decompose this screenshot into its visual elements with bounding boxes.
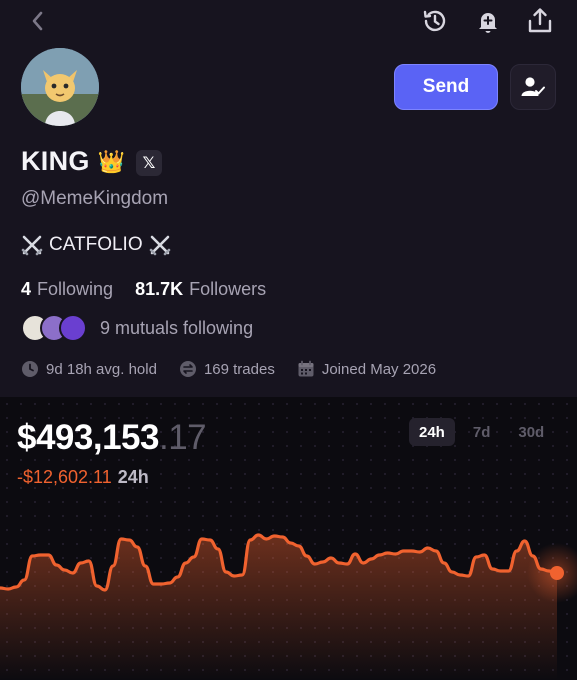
crown-icon: 👑 [97,148,126,174]
send-button[interactable]: Send [394,64,498,110]
range-7d-tab[interactable]: 7d [463,418,501,446]
portfolio-value: $493,153.17 [17,418,207,457]
bio-text: CATFOLIO [49,234,143,255]
history-icon[interactable] [420,6,450,36]
joined-stat: Joined May 2026 [297,360,436,378]
profile-stats: 9d 18h avg. hold 169 trades Joined May 2… [21,360,458,378]
follow-counts: 4 Following 81.7K Followers [21,279,266,300]
follow-button[interactable] [510,64,556,110]
x-logo-icon[interactable]: 𝕏 [136,150,162,176]
portfolio-chart[interactable] [0,495,577,680]
chart-endpoint [550,566,564,580]
profile-bio: CATFOLIO [21,234,171,256]
avatar[interactable] [21,48,99,126]
range-30d-tab[interactable]: 30d [508,418,554,446]
crossed-swords-icon [21,235,43,256]
followers-link[interactable]: 81.7K Followers [135,279,266,300]
portfolio-change: -$12,602.11 24h [17,467,149,487]
user-check-icon [521,77,545,96]
avg-hold-stat: 9d 18h avg. hold [21,360,157,378]
mutuals-text: 9 mutuals following [100,317,254,338]
name-text: KING [21,146,90,176]
cat-avatar-icon [21,48,99,126]
mutuals-row[interactable]: 9 mutuals following [21,314,253,342]
chart-area-fill [0,535,557,680]
profile-section: Send KING 👑 𝕏 @MemeKingdom CATFOLIO 4 Fol… [0,0,577,397]
share-icon[interactable] [525,6,555,36]
bell-plus-icon[interactable] [473,6,503,36]
swap-icon [179,361,196,377]
profile-name: KING 👑 [21,146,125,177]
range-24h-tab[interactable]: 24h [409,418,455,446]
clock-icon [22,361,38,377]
following-link[interactable]: 4 Following [21,279,113,300]
crossed-swords-icon [149,235,170,256]
trades-stat: 169 trades [179,360,275,378]
mutual-avatar [59,314,87,342]
profile-handle: @MemeKingdom [21,188,169,209]
back-chevron-icon[interactable] [26,8,50,34]
calendar-icon [298,360,314,377]
range-selector: 24h 7d 30d [409,418,554,446]
